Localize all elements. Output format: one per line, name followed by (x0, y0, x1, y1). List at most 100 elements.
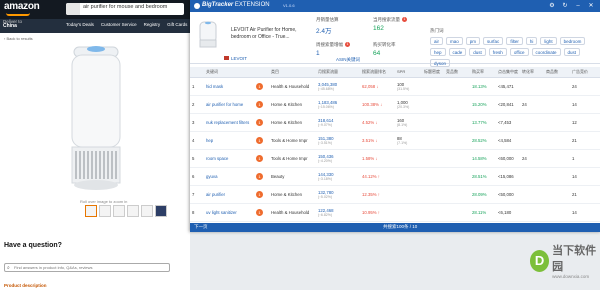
col-header[interactable]: 点击集中度 (496, 67, 520, 78)
col-header[interactable]: 标题密度 (422, 67, 444, 78)
asin-keyword-tab[interactable]: ASIN关键词 (336, 57, 360, 63)
product-brand[interactable]: LEVOIT (231, 56, 247, 61)
row-title-density (422, 77, 444, 96)
thumbnail[interactable] (113, 205, 125, 217)
table-row[interactable]: 6 gyuva 1 Beauty 144,330 (↑3.18%) 44.12% ↑ 28.5… (190, 167, 600, 186)
keyword-tag[interactable]: pm (465, 37, 481, 45)
keyword-tag[interactable]: office (509, 48, 529, 56)
keyword-tag[interactable]: bedroom (559, 37, 586, 45)
row-click-concentration: <15,086 (496, 167, 520, 186)
keyword-tag[interactable]: hi (525, 37, 538, 45)
row-rank: 62,058 ↓ (360, 77, 395, 96)
keyword-tag[interactable]: coordinate (531, 48, 561, 56)
table-row[interactable]: 5 room space 1 Tools & Home Impr 150,436 (↑4.… (190, 149, 600, 168)
table-row[interactable]: 4 hep 1 Tools & Home Impr 151,380 (↑3.51%) 3.5… (190, 131, 600, 150)
row-keyword[interactable]: gyuva (204, 167, 254, 186)
row-keyword[interactable]: nuk replacement filters (204, 113, 254, 132)
row-product-count (544, 77, 570, 96)
question-search-placeholder: Find answers in product info, Q&As, revi… (14, 265, 93, 270)
amazon-search-input[interactable]: air purifier for mouse and bedroom (66, 3, 184, 15)
product-image[interactable] (68, 43, 124, 195)
rank-badge-icon: 1 (256, 82, 263, 90)
table-row[interactable]: 3 nuk replacement filters 1 Home & Kitchen 3… (190, 113, 600, 132)
keyword-tag[interactable]: filter (506, 37, 523, 45)
row-number: 1 (190, 77, 204, 96)
col-header[interactable]: 购买率 (470, 67, 496, 78)
minimize-icon[interactable]: – (574, 2, 582, 10)
col-header[interactable]: 类目 (269, 67, 316, 78)
row-keyword[interactable]: hid mask (204, 77, 254, 96)
col-header[interactable]: 月搜索流量 (316, 67, 360, 78)
product-title[interactable]: LEVOIT Air Purifier for Home, bedroom or… (231, 27, 311, 41)
row-number: 6 (190, 167, 204, 186)
table-row[interactable]: 1 hid mask 1 Health & Household 3,045,380 (↑4… (190, 77, 600, 96)
row-product-count (544, 113, 570, 132)
row-badge: 1 (254, 77, 269, 96)
row-rank: 44.12% ↑ (360, 167, 395, 186)
deliver-to[interactable]: Deliver to China (3, 19, 22, 29)
col-header[interactable]: 商品数 (544, 67, 570, 78)
keyword-tag[interactable]: dust (563, 48, 581, 56)
col-header[interactable]: 转化率 (520, 67, 544, 78)
result-count: 共搜索100条 / 10 (383, 224, 418, 229)
amazon-smile-icon (6, 13, 30, 16)
amazon-logo[interactable]: amazon (4, 1, 40, 12)
row-title-density (422, 167, 444, 186)
row-search-volume: 3,045,380 (↑45.68%) (316, 77, 360, 96)
row-click-concentration: <4,584 (496, 131, 520, 150)
nav-registry[interactable]: Registry (144, 22, 161, 27)
row-keyword[interactable]: hep (204, 131, 254, 150)
keyword-tag[interactable]: fresh (488, 48, 507, 56)
col-header[interactable]: 搜索流量排名 (360, 67, 395, 78)
col-header[interactable]: 关键词 (204, 67, 254, 78)
nav-customer-service[interactable]: Customer Service (101, 22, 137, 27)
keyword-tag[interactable]: cade (448, 48, 467, 56)
keyword-tag[interactable]: light (540, 37, 557, 45)
nav-gift-cards[interactable]: Gift Cards (167, 22, 187, 27)
thumbnail[interactable] (127, 205, 139, 217)
keyword-tag[interactable]: hep (430, 48, 446, 56)
watermark-logo: D (530, 249, 550, 272)
table-row[interactable]: 7 air purifier 1 Home & Kitchen 132,780 (↑5.0… (190, 185, 600, 204)
col-header[interactable]: 广告竞价 (570, 67, 600, 78)
col-header[interactable]: 竞品数 (444, 67, 470, 78)
col-header[interactable]: SPR (395, 67, 422, 78)
keyword-tag[interactable]: dust (469, 48, 486, 56)
keyword-tag[interactable]: mao (446, 37, 463, 45)
row-keyword[interactable]: air purifier (204, 185, 254, 204)
settings-icon[interactable]: ⚙ (548, 2, 556, 10)
row-title-density (422, 203, 444, 222)
table-row[interactable]: 2 air purifier for home 1 Home & Kitchen 1,1… (190, 95, 600, 114)
keyword-tag[interactable]: dyson (430, 59, 451, 67)
keyword-tag[interactable]: air (430, 37, 444, 45)
row-search-volume: 151,380 (↑3.51%) (316, 131, 360, 150)
col-header[interactable] (190, 67, 204, 78)
next-page-button[interactable]: 下一页 (194, 224, 208, 230)
row-spr: 100 (31.5%) (395, 77, 422, 96)
thumbnail[interactable] (141, 205, 153, 217)
row-competitors (444, 95, 470, 114)
amazon-nav: Today's Deals Customer Service Registry … (66, 22, 202, 27)
thumbnail[interactable] (85, 205, 97, 217)
row-keyword[interactable]: uv light sanitizer (204, 203, 254, 222)
row-spr (395, 149, 422, 168)
header-actions: ⚙ ↻ – ✕ (548, 2, 595, 10)
question-search-input[interactable]: ⌕ Find answers in product info, Q&As, re… (4, 263, 170, 272)
close-icon[interactable]: ✕ (587, 2, 595, 10)
refresh-icon[interactable]: ↻ (561, 2, 569, 10)
roll-over-hint: Roll over image to zoom in (80, 199, 128, 204)
row-click-concentration: <6,180 (496, 203, 520, 222)
row-click-concentration: <7,453 (496, 113, 520, 132)
thumbnail[interactable] (99, 205, 111, 217)
breadcrumb[interactable]: ‹ Back to results (4, 36, 33, 41)
row-keyword[interactable]: room space (204, 149, 254, 168)
table-row[interactable]: 8 uv light sanitizer 1 Health & Household 12… (190, 203, 600, 222)
keyword-tag[interactable]: surfac (483, 37, 504, 45)
row-search-volume: 1,183,486 (↑15.06%) (316, 95, 360, 114)
search-dept-select[interactable] (66, 3, 80, 15)
nav-todays-deals[interactable]: Today's Deals (66, 22, 94, 27)
row-spr: 1,000 (20.3%) (395, 95, 422, 114)
thumbnail[interactable] (155, 205, 167, 217)
row-keyword[interactable]: air purifier for home (204, 95, 254, 114)
row-badge: 1 (254, 167, 269, 186)
